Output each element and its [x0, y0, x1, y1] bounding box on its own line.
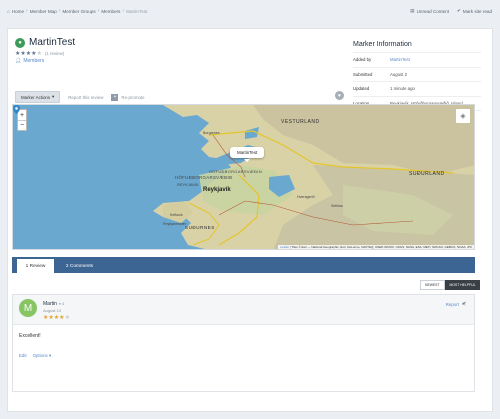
info-key: Added by: [353, 52, 390, 67]
map-popup[interactable]: MartinTest: [230, 147, 265, 162]
breadcrumb-current: MartinTest: [126, 8, 148, 14]
heart-icon[interactable]: ♥: [335, 91, 344, 100]
map-label: REYKJAVÍK: [177, 182, 199, 187]
review-body: Excellent!: [19, 333, 41, 339]
info-value: 1 minute ago: [390, 81, 481, 96]
sort-helpful-button[interactable]: MOST HELPFUL: [444, 280, 481, 290]
members-link[interactable]: 👤︎ Members: [15, 58, 44, 64]
review-item: M Martin ● 4 August 13 ★★★★★ Report ⋞ Ex…: [12, 294, 475, 392]
info-key: Updated: [353, 81, 390, 96]
map-label: Reykjavík: [203, 187, 231, 193]
options-label: Options: [32, 353, 48, 358]
map-label: HÖFUÐBORGARSVÆÐIÐ: [175, 175, 233, 180]
options-link[interactable]: Options ▾: [33, 353, 52, 359]
map-label: Reykjanesbær: [163, 222, 187, 226]
action-row: Marker Actions ▾ Report this review + Re…: [15, 91, 145, 103]
sort-newest-button[interactable]: NEWEST: [420, 280, 445, 290]
caret-down-icon: ▾: [52, 94, 55, 99]
inbox-icon: ▤: [410, 8, 415, 13]
top-bar: ⌂ Home › Member Map › Member Groups › Me…: [0, 0, 500, 24]
breadcrumb-item[interactable]: Members: [101, 9, 120, 14]
promote-button[interactable]: + Re-promote: [111, 93, 145, 101]
map-label: VESTURLAND: [281, 119, 320, 125]
map-label: Keflavík: [170, 213, 183, 217]
star-empty-icon: ★: [64, 315, 70, 321]
page-title: MartinTest: [29, 37, 76, 48]
review-date: August 13: [43, 308, 62, 313]
sort-toggle: NEWEST MOST HELPFUL: [420, 280, 481, 290]
promote-label: Re-promote: [121, 94, 145, 100]
review-star-rating: ★★★★★: [43, 314, 70, 321]
info-row-updated: Updated 1 minute ago: [353, 81, 481, 96]
map-terrain: [153, 105, 474, 249]
map-view[interactable]: + − ◈ VESTURLAND Borgarnes SUÐURLAND HÖF…: [12, 104, 475, 250]
map-label: SUÐURLAND: [409, 171, 445, 177]
unread-content-link[interactable]: ▤ Unread Content: [410, 8, 449, 14]
home-icon: ⌂: [7, 8, 10, 14]
review-footer: Edit Options ▾: [19, 353, 51, 359]
author-name[interactable]: Martin: [43, 301, 57, 307]
tab-reviews[interactable]: 1 Review: [17, 259, 54, 273]
zoom-out-button[interactable]: −: [18, 120, 26, 130]
chevron-right-icon: ›: [26, 8, 28, 14]
info-row-submitted: Submitted August 2: [353, 66, 481, 82]
top-actions: ▤ Unread Content ✔ Mark site read: [410, 8, 492, 14]
caret-down-icon: ▾: [48, 353, 52, 358]
report-review-link[interactable]: Report this review: [68, 95, 103, 100]
chevron-right-icon: ›: [122, 8, 125, 14]
map-attribution: Leaflet | Tiles © Esri — National Geogra…: [278, 245, 474, 249]
mark-read-link[interactable]: ✔ Mark site read: [457, 8, 492, 14]
layers-icon[interactable]: ◈: [456, 109, 470, 123]
breadcrumb-item[interactable]: Member Groups: [62, 9, 95, 14]
map-label: HÖFUÐBORGARSVÆÐIN: [209, 169, 262, 174]
rating-row: ★★★★★ (1 review): [15, 50, 64, 57]
reviews-count[interactable]: (1 review): [45, 51, 64, 56]
tab-comments[interactable]: 2 Comments: [58, 259, 101, 273]
map-label: SUÐURNES: [185, 225, 215, 230]
marker-information-heading: Marker Information: [353, 41, 412, 48]
unread-content-label: Unread Content: [416, 8, 450, 14]
info-key: Submitted: [353, 66, 390, 82]
star-empty-icon: ★: [36, 51, 42, 57]
attribution-text: | Tiles © Esri — National Geographic, Es…: [289, 245, 472, 249]
reputation-badge: ● 4: [58, 302, 65, 306]
user-icon: 👤︎: [15, 58, 22, 64]
added-by-link[interactable]: MartinTest: [390, 52, 481, 67]
edit-link[interactable]: Edit: [19, 353, 27, 359]
map-marker-icon[interactable]: [13, 105, 20, 114]
title-row: ● MartinTest: [15, 37, 75, 48]
check-icon: ✔: [457, 8, 461, 13]
breadcrumb-item[interactable]: Member Map: [30, 9, 57, 14]
review-author: Martin ● 4: [43, 301, 64, 307]
share-icon[interactable]: ⋞: [462, 301, 466, 307]
map-pin-icon: ●: [15, 37, 25, 48]
chevron-right-icon: ›: [58, 8, 61, 14]
review-tabs: 1 Review 2 Comments: [12, 257, 475, 273]
members-label: Members: [23, 58, 45, 64]
breadcrumb: ⌂ Home › Member Map › Member Groups › Me…: [7, 8, 147, 14]
review-actions: Report ⋞: [446, 301, 466, 307]
leaflet-link[interactable]: Leaflet: [280, 245, 289, 249]
marker-actions-button[interactable]: Marker Actions ▾: [15, 91, 61, 103]
mark-read-label: Mark site read: [462, 8, 492, 14]
info-value: August 2: [390, 66, 481, 82]
star-rating: ★★★★★: [15, 50, 42, 57]
map-label: Borgarnes: [203, 131, 220, 135]
breadcrumb-item[interactable]: Home: [12, 9, 24, 14]
map-label: Hveragerði: [297, 195, 315, 199]
chevron-right-icon: ›: [97, 8, 100, 14]
review-header: M Martin ● 4 August 13 ★★★★★ Report ⋞: [13, 295, 474, 325]
report-link[interactable]: Report: [446, 302, 459, 307]
map-label: Selfoss: [331, 204, 343, 208]
info-row-added-by: Added by MartinTest: [353, 52, 481, 67]
marker-actions-label: Marker Actions: [21, 94, 51, 100]
promote-icon: +: [111, 93, 119, 101]
avatar[interactable]: M: [19, 299, 37, 317]
